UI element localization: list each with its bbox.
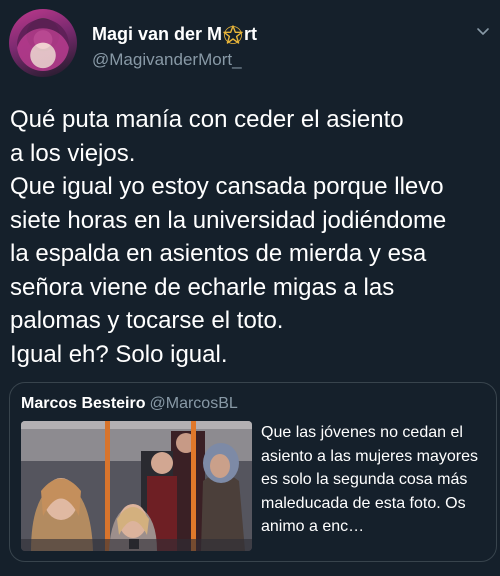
tweet-text: Qué puta manía con ceder el asiento a lo…	[10, 106, 447, 368]
author-name[interactable]: Magi van der M rt	[92, 24, 257, 45]
pentagram-icon	[223, 24, 243, 44]
quoted-tweet[interactable]: Marcos Besteiro @MarcosBL Que las jóvene…	[9, 382, 497, 562]
author-name-part1: Magi van der M	[92, 24, 223, 44]
quoted-tweet-text: Que las jóvenes no cedan el asiento a la…	[261, 424, 478, 536]
avatar-photo	[17, 19, 69, 71]
quoted-tweet-header: Marcos Besteiro @MarcosBL	[21, 395, 238, 413]
author-handle[interactable]: @MagivanderMort_	[92, 50, 242, 70]
author-avatar[interactable]	[9, 9, 77, 77]
quoted-tweet-photo[interactable]	[21, 421, 252, 551]
author-name-part2: rt	[244, 24, 258, 44]
quoted-author-name: Marcos Besteiro	[21, 395, 146, 412]
quoted-author-handle: @MarcosBL	[149, 395, 238, 412]
bus-scene-image	[21, 421, 252, 551]
chevron-down-icon[interactable]	[476, 24, 490, 38]
